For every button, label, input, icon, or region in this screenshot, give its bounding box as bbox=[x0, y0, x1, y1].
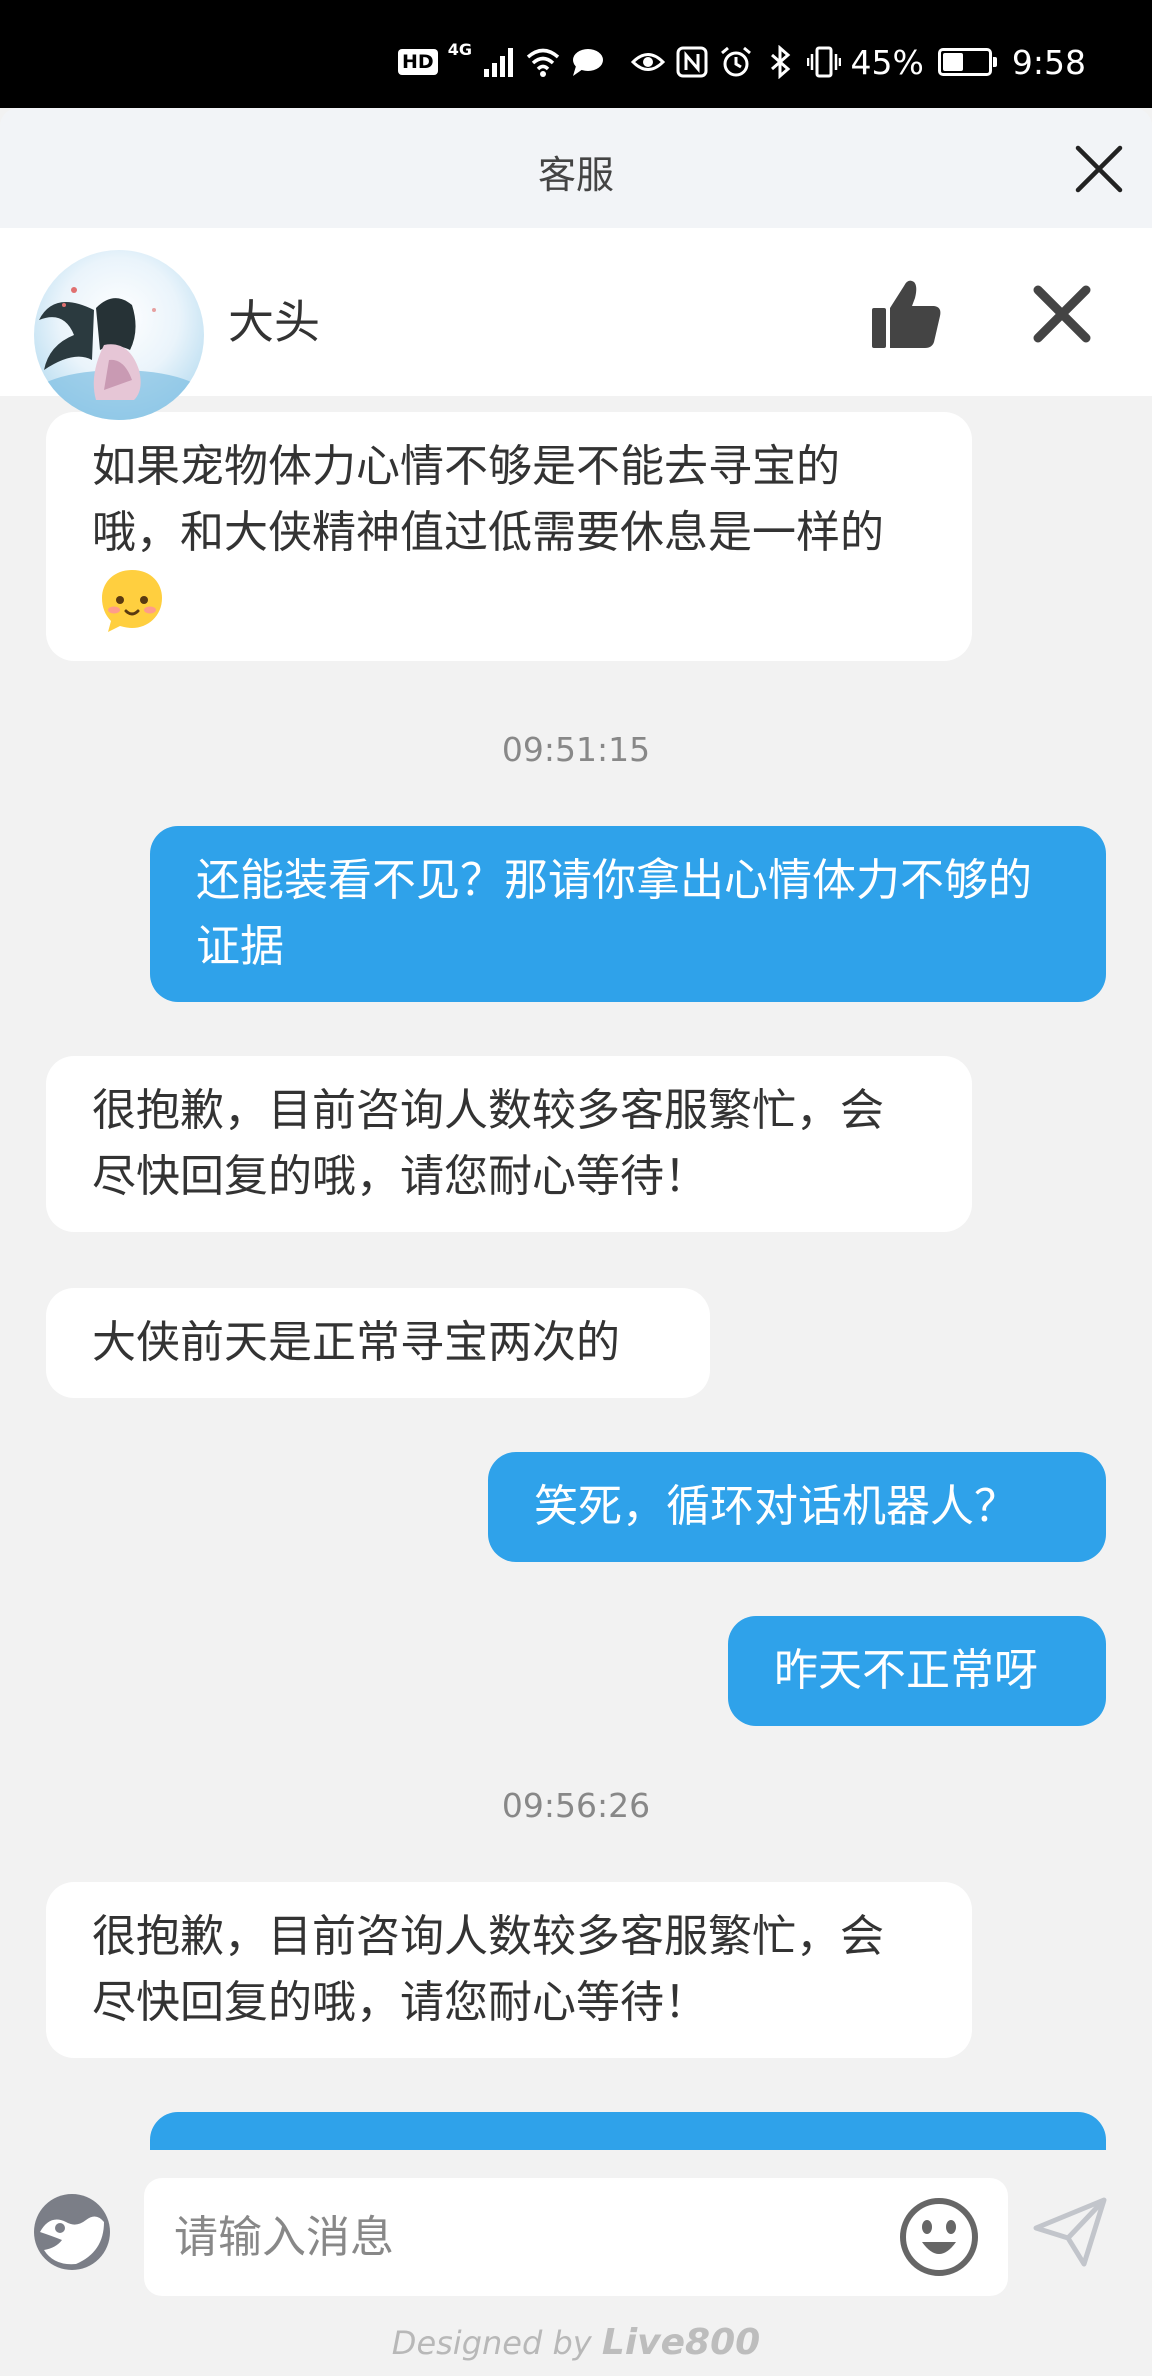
timestamp: 09:51:15 bbox=[501, 730, 651, 769]
agent-message: 很抱歉，目前咨询人数较多客服繁忙，会尽快回复的哦，请您耐心等待！ bbox=[46, 1882, 972, 2058]
agent-header: 大头 bbox=[0, 228, 1152, 420]
agent-message: 大侠前天是正常寻宝两次的 bbox=[46, 1288, 710, 1398]
timestamp: 09:56:26 bbox=[501, 1786, 651, 1825]
message-icon bbox=[572, 49, 603, 76]
page-title: 客服 bbox=[537, 153, 614, 197]
nfc-icon bbox=[676, 46, 708, 78]
user-message-partial bbox=[150, 2112, 1106, 2150]
agent-message: 如果宠物体力心情不够是不能去寻宝的哦，和大侠精神值过低需要休息是一样的 bbox=[46, 412, 972, 661]
avatar bbox=[34, 250, 204, 420]
battery-level bbox=[942, 53, 963, 71]
agent-message: 很抱歉，目前咨询人数较多客服繁忙，会尽快回复的哦，请您耐心等待！ bbox=[46, 1056, 972, 1232]
network-type: 4G bbox=[447, 40, 472, 59]
battery-percent: 45% bbox=[850, 42, 924, 82]
footer-credit: Designed by Live800 bbox=[0, 2322, 1152, 2363]
message-input[interactable] bbox=[174, 2178, 874, 2296]
alarm-icon bbox=[720, 46, 751, 77]
shy-smile-emoji bbox=[102, 570, 162, 632]
close-icon[interactable] bbox=[1070, 140, 1128, 198]
agent-name: 大头 bbox=[228, 295, 320, 349]
hd-badge: HD bbox=[398, 49, 438, 75]
chat-messages[interactable]: 如果宠物体力心情不够是不能去寻宝的哦，和大侠精神值过低需要休息是一样的 09:5… bbox=[0, 396, 1152, 2150]
menu-toggle-icon[interactable] bbox=[32, 2192, 112, 2272]
status-bar: HD 4G 45% 9:58 bbox=[0, 0, 1152, 108]
send-icon[interactable] bbox=[1032, 2194, 1108, 2270]
battery-icon bbox=[937, 48, 997, 76]
avatar-illustration bbox=[34, 287, 204, 420]
end-chat-icon[interactable] bbox=[1030, 282, 1094, 346]
status-right: 45% 9:58 bbox=[630, 42, 1086, 82]
message-text: 如果宠物体力心情不够是不能去寻宝的哦，和大侠精神值过低需要休息是一样的 bbox=[92, 441, 884, 558]
clock: 9:58 bbox=[1011, 42, 1086, 82]
title-bar: 客服 bbox=[0, 108, 1152, 228]
user-message: 还能装看不见？那请你拿出心情体力不够的证据 bbox=[150, 826, 1106, 1002]
thumbs-up-icon[interactable] bbox=[868, 276, 946, 354]
footer-prefix: Designed by bbox=[391, 2324, 592, 2362]
bluetooth-icon bbox=[770, 45, 790, 79]
user-message: 昨天不正常呀 bbox=[728, 1616, 1106, 1726]
signal-icon bbox=[483, 48, 513, 77]
emoji-icon[interactable] bbox=[898, 2196, 980, 2278]
status-left: HD 4G bbox=[398, 40, 604, 82]
wifi-icon bbox=[526, 48, 560, 77]
eye-icon bbox=[630, 53, 665, 71]
message-input-box[interactable] bbox=[144, 2178, 1008, 2296]
input-bar: Designed by Live800 bbox=[0, 2150, 1152, 2376]
user-message: 笑死，循环对话机器人？ bbox=[488, 1452, 1106, 1562]
vibrate-icon bbox=[806, 46, 841, 78]
footer-brand: Live800 bbox=[601, 2322, 761, 2363]
